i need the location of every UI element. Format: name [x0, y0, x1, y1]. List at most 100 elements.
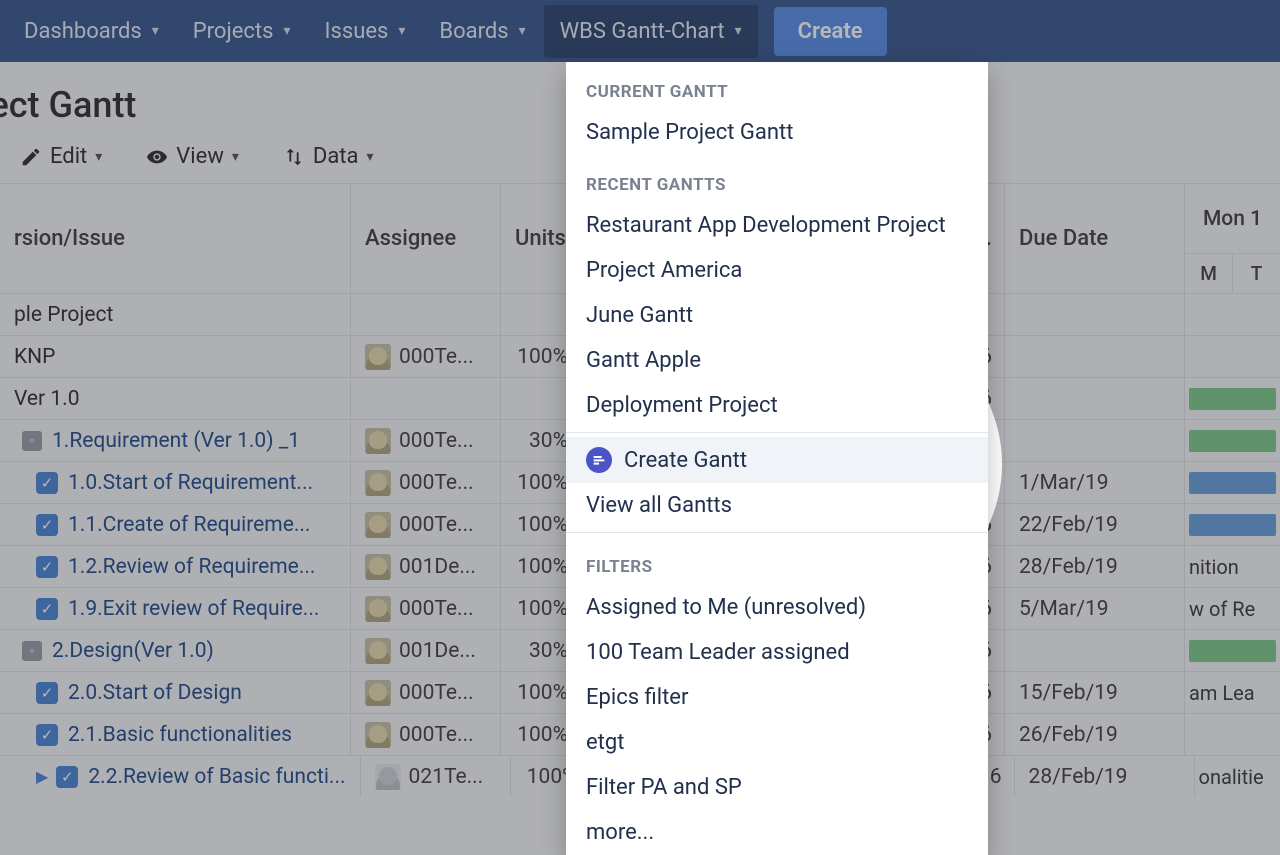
assignee-cell[interactable]: 000Te... [350, 504, 500, 545]
assignee-text: 000Te... [399, 429, 474, 453]
nav-projects[interactable]: Projects▾ [177, 5, 307, 58]
timeline-header: Mon 1 M T [1184, 184, 1280, 293]
units-cell[interactable]: 100% [500, 336, 574, 377]
due-date-cell[interactable]: 28/Feb/19 [1004, 546, 1184, 587]
timeline-cell [1184, 420, 1280, 461]
assignee-cell[interactable]: 000Te... [350, 714, 500, 755]
issue-text: 1.0.Start of Requirement... [68, 471, 313, 495]
col-due[interactable]: Due Date [1004, 184, 1184, 293]
timeline-cell [1184, 504, 1280, 545]
assignee-text: 000Te... [399, 513, 474, 537]
issue-cell[interactable]: ▶✓2.2.Review of Basic functi... [0, 756, 360, 797]
timeline-text: w of Re [1189, 597, 1255, 621]
menu-recent-item[interactable]: June Gantt [566, 293, 988, 338]
issue-cell[interactable]: ◦1.Requirement (Ver 1.0) _1 [0, 420, 350, 461]
units-cell[interactable]: 100% [500, 504, 574, 545]
menu-filter-item[interactable]: 100 Team Leader assigned [566, 630, 988, 675]
menu-filter-item[interactable]: Assigned to Me (unresolved) [566, 585, 988, 630]
units-cell[interactable]: 100% [500, 714, 574, 755]
edit-label: Edit [50, 144, 87, 169]
menu-create-label: Create Gantt [624, 448, 747, 473]
expand-icon[interactable]: ▶ [36, 767, 48, 786]
gantt-bar[interactable] [1189, 640, 1276, 662]
due-date-cell[interactable]: 1/Mar/19 [1004, 462, 1184, 503]
assignee-text: 000Te... [399, 723, 474, 747]
chevron-down-icon: ▾ [398, 23, 405, 39]
due-date-cell[interactable]: 5/Mar/19 [1004, 588, 1184, 629]
issue-text: KNP [14, 345, 55, 369]
issue-cell[interactable]: ◦2.Design(Ver 1.0) [0, 630, 350, 671]
nav-issues[interactable]: Issues▾ [309, 5, 422, 58]
assignee-cell[interactable]: 000Te... [350, 336, 500, 377]
create-button[interactable]: Create [774, 7, 887, 56]
timeline-date: Mon 1 [1185, 184, 1280, 253]
due-date-cell[interactable] [1004, 378, 1184, 419]
menu-filter-item[interactable]: etgt [566, 720, 988, 765]
assignee-cell[interactable]: 001De... [350, 630, 500, 671]
units-cell[interactable]: 100% [500, 462, 574, 503]
gantt-bar[interactable] [1189, 388, 1276, 410]
menu-recent-item[interactable]: Gantt Apple [566, 338, 988, 383]
nav-boards[interactable]: Boards▾ [423, 5, 541, 58]
units-cell[interactable]: 100% [500, 588, 574, 629]
issue-cell[interactable]: ✓1.9.Exit review of Require... [0, 588, 350, 629]
issue-cell[interactable]: ple Project [0, 294, 350, 335]
menu-recent-item[interactable]: Restaurant App Development Project [566, 203, 988, 248]
units-cell[interactable]: 30% [500, 630, 574, 671]
assignee-cell[interactable]: 000Te... [350, 672, 500, 713]
menu-recent-item[interactable]: Deployment Project [566, 383, 988, 428]
units-cell[interactable]: 100% [500, 672, 574, 713]
units-cell[interactable] [500, 294, 574, 335]
assignee-cell[interactable]: 000Te... [350, 420, 500, 461]
col-issue[interactable]: rsion/Issue [0, 184, 350, 293]
assignee-cell[interactable]: 000Te... [350, 588, 500, 629]
assignee-cell[interactable]: 021Te... [360, 756, 510, 797]
due-date-cell[interactable] [1004, 336, 1184, 377]
gantt-bar[interactable] [1189, 514, 1276, 536]
issue-cell[interactable]: ✓1.0.Start of Requirement... [0, 462, 350, 503]
view-button[interactable]: View▾ [146, 144, 239, 169]
units-cell[interactable] [500, 378, 574, 419]
gantt-bar[interactable] [1189, 472, 1276, 494]
due-date-cell[interactable]: 15/Feb/19 [1004, 672, 1184, 713]
units-cell[interactable]: 30% [500, 420, 574, 461]
data-button[interactable]: Data▾ [283, 144, 374, 169]
nav-wbs-gantt[interactable]: WBS Gantt-Chart▾ [544, 5, 758, 58]
avatar [365, 554, 391, 580]
timeline-cell: onalitie [1194, 756, 1280, 797]
gantt-bar[interactable] [1189, 430, 1276, 452]
nav-dashboards[interactable]: Dashboards▾ [8, 5, 175, 58]
menu-divider [566, 432, 988, 433]
edit-button[interactable]: Edit▾ [20, 144, 102, 169]
avatar [365, 722, 391, 748]
due-date-cell[interactable]: 28/Feb/19 [1014, 756, 1194, 797]
units-cell[interactable]: 100% [500, 546, 574, 587]
issue-cell[interactable]: ✓1.1.Create of Requireme... [0, 504, 350, 545]
assignee-cell[interactable]: 001De... [350, 546, 500, 587]
menu-filter-item[interactable]: Filter PA and SP [566, 765, 988, 810]
menu-recent-item[interactable]: Project America [566, 248, 988, 293]
issue-cell[interactable]: Ver 1.0 [0, 378, 350, 419]
issue-cell[interactable]: ✓1.2.Review of Requireme... [0, 546, 350, 587]
due-date-cell[interactable]: 26/Feb/19 [1004, 714, 1184, 755]
due-date-cell[interactable] [1004, 294, 1184, 335]
menu-filter-item[interactable]: Epics filter [566, 675, 988, 720]
issue-text: 1.9.Exit review of Require... [68, 597, 319, 621]
issue-cell[interactable]: KNP [0, 336, 350, 377]
menu-view-all[interactable]: View all Gantts [566, 483, 988, 528]
col-assignee[interactable]: Assignee [350, 184, 500, 293]
menu-current-gantt[interactable]: Sample Project Gantt [566, 110, 988, 155]
assignee-cell[interactable] [350, 294, 500, 335]
col-units[interactable]: Units [500, 184, 574, 293]
due-date-cell[interactable] [1004, 630, 1184, 671]
menu-section-filters: FILTERS [566, 537, 988, 585]
issue-cell[interactable]: ✓2.0.Start of Design [0, 672, 350, 713]
assignee-cell[interactable]: 000Te... [350, 462, 500, 503]
assignee-cell[interactable] [350, 378, 500, 419]
issue-cell[interactable]: ✓2.1.Basic functionalities [0, 714, 350, 755]
menu-filter-more[interactable]: more... [566, 810, 988, 855]
menu-create-gantt[interactable]: Create Gantt [566, 437, 988, 483]
due-date-cell[interactable]: 22/Feb/19 [1004, 504, 1184, 545]
issue-text: 2.2.Review of Basic functi... [88, 765, 345, 789]
due-date-cell[interactable] [1004, 420, 1184, 461]
